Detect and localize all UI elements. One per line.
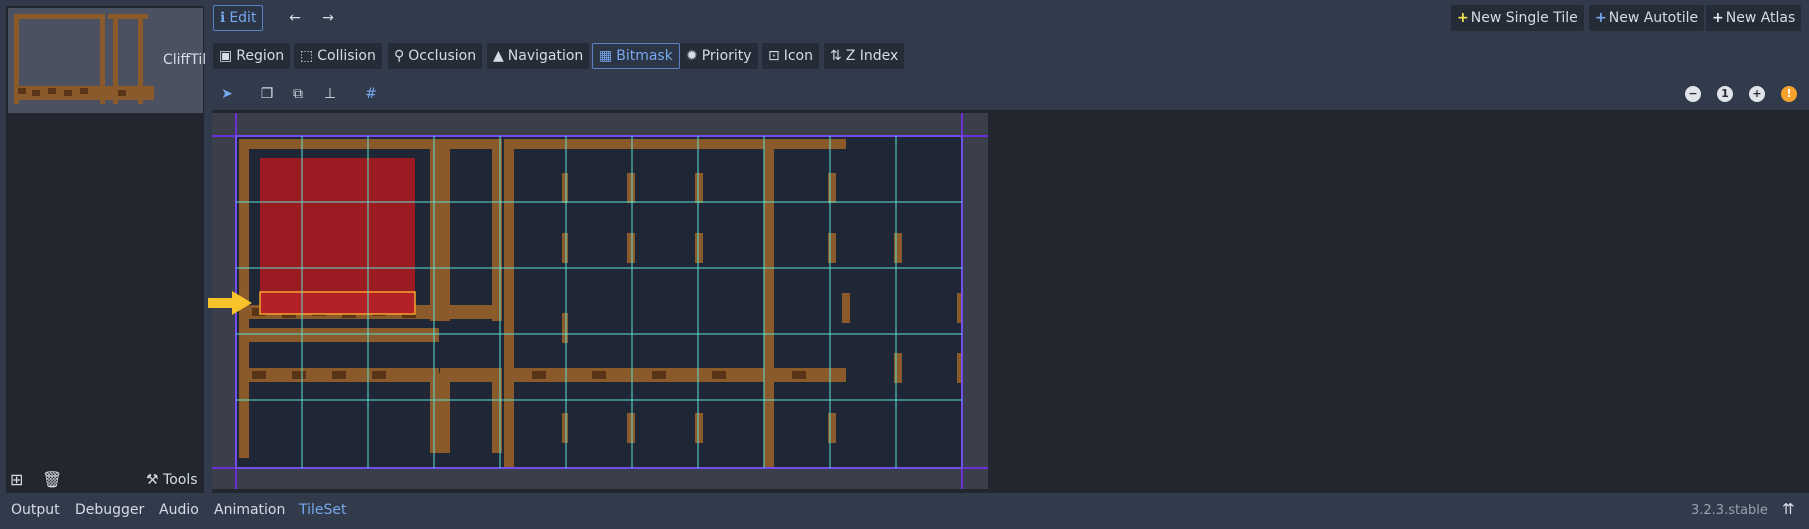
tab-audio[interactable]: Audio bbox=[159, 502, 199, 518]
tileset-texture[interactable] bbox=[212, 113, 988, 489]
bitmask-fill bbox=[260, 158, 415, 292]
bitmask-highlight bbox=[259, 291, 416, 315]
tab-debugger[interactable]: Debugger bbox=[75, 502, 144, 518]
plus-icon: + bbox=[1712, 10, 1724, 26]
tile-name-label: CliffTil bbox=[163, 52, 207, 68]
zoom-reset-label: 1 bbox=[1721, 87, 1729, 100]
priority-icon: ✹ bbox=[686, 48, 698, 64]
collision-icon: ⬚ bbox=[300, 48, 314, 64]
expand-panel-icon[interactable]: ⇈ bbox=[1782, 500, 1795, 518]
tools-label: Tools bbox=[163, 472, 198, 488]
snap-grid-icon[interactable]: # bbox=[360, 83, 382, 105]
select-cursor-icon[interactable]: ➤ bbox=[216, 83, 238, 105]
mode-occlusion[interactable]: ⚲ Occlusion bbox=[388, 43, 483, 69]
tileset-canvas[interactable] bbox=[212, 113, 988, 489]
new-atlas-button[interactable]: + New Atlas bbox=[1706, 5, 1802, 31]
region-icon: ▣ bbox=[219, 48, 233, 64]
edit-button[interactable]: ℹ Edit bbox=[213, 5, 264, 31]
mode-label: Region bbox=[236, 48, 285, 64]
tab-output[interactable]: Output bbox=[11, 502, 60, 518]
eraser-icon[interactable]: ⊥ bbox=[319, 83, 341, 105]
pointer-arrow-icon bbox=[208, 291, 252, 315]
warning-info-icon[interactable]: ! bbox=[1781, 86, 1797, 102]
paste-icon[interactable]: ⧉ bbox=[287, 83, 309, 105]
tools-icon: ⚒ bbox=[146, 472, 159, 488]
zindex-icon: ⇅ bbox=[830, 48, 842, 64]
mode-zindex[interactable]: ⇅ Z Index bbox=[824, 43, 905, 69]
new-single-tile-button[interactable]: + New Single Tile bbox=[1451, 5, 1584, 31]
mode-label: Occlusion bbox=[408, 48, 477, 64]
new-autotile-button[interactable]: + New Autotile bbox=[1589, 5, 1705, 31]
mode-region[interactable]: ▣ Region bbox=[213, 43, 291, 69]
icon-icon: ⊡ bbox=[768, 48, 780, 64]
occlusion-icon: ⚲ bbox=[394, 48, 405, 64]
navigation-icon: ▲ bbox=[493, 48, 504, 64]
plus-icon: + bbox=[1595, 10, 1607, 26]
bitmask-icon: ▦ bbox=[599, 48, 613, 64]
mode-navigation[interactable]: ▲ Navigation bbox=[487, 43, 590, 69]
tab-tileset[interactable]: TileSet bbox=[299, 502, 347, 518]
forward-arrow-icon[interactable]: → bbox=[317, 7, 339, 29]
info-icon: ℹ bbox=[220, 10, 226, 26]
version-label: 3.2.3.stable bbox=[1691, 503, 1768, 518]
mode-label: Priority bbox=[701, 48, 752, 64]
mode-priority[interactable]: ✹ Priority bbox=[680, 43, 758, 69]
edit-label: Edit bbox=[229, 10, 257, 26]
mode-label: Icon bbox=[783, 48, 813, 64]
mode-label: Bitmask bbox=[616, 48, 673, 64]
trash-icon[interactable]: 🗑 bbox=[42, 470, 62, 489]
new-autotile-label: New Autotile bbox=[1608, 10, 1699, 26]
add-icon[interactable]: ⊞ bbox=[10, 470, 23, 489]
mode-label: Navigation bbox=[507, 48, 584, 64]
mode-bitmask[interactable]: ▦ Bitmask bbox=[592, 43, 680, 69]
new-atlas-label: New Atlas bbox=[1725, 10, 1796, 26]
zoom-out-icon[interactable]: − bbox=[1685, 86, 1701, 102]
tab-animation[interactable]: Animation bbox=[214, 502, 285, 518]
mode-label: Collision bbox=[317, 48, 376, 64]
mode-collision[interactable]: ⬚ Collision bbox=[294, 43, 382, 69]
back-arrow-icon[interactable]: ← bbox=[284, 7, 306, 29]
copy-icon[interactable]: ❐ bbox=[256, 83, 278, 105]
plus-icon: + bbox=[1457, 10, 1469, 26]
zoom-in-icon[interactable]: + bbox=[1749, 86, 1765, 102]
zoom-reset-button[interactable]: 1 bbox=[1717, 86, 1733, 102]
new-single-tile-label: New Single Tile bbox=[1470, 10, 1578, 26]
mode-icon[interactable]: ⊡ Icon bbox=[762, 43, 819, 69]
mode-label: Z Index bbox=[845, 48, 899, 64]
tools-button[interactable]: ⚒ Tools bbox=[146, 472, 198, 488]
